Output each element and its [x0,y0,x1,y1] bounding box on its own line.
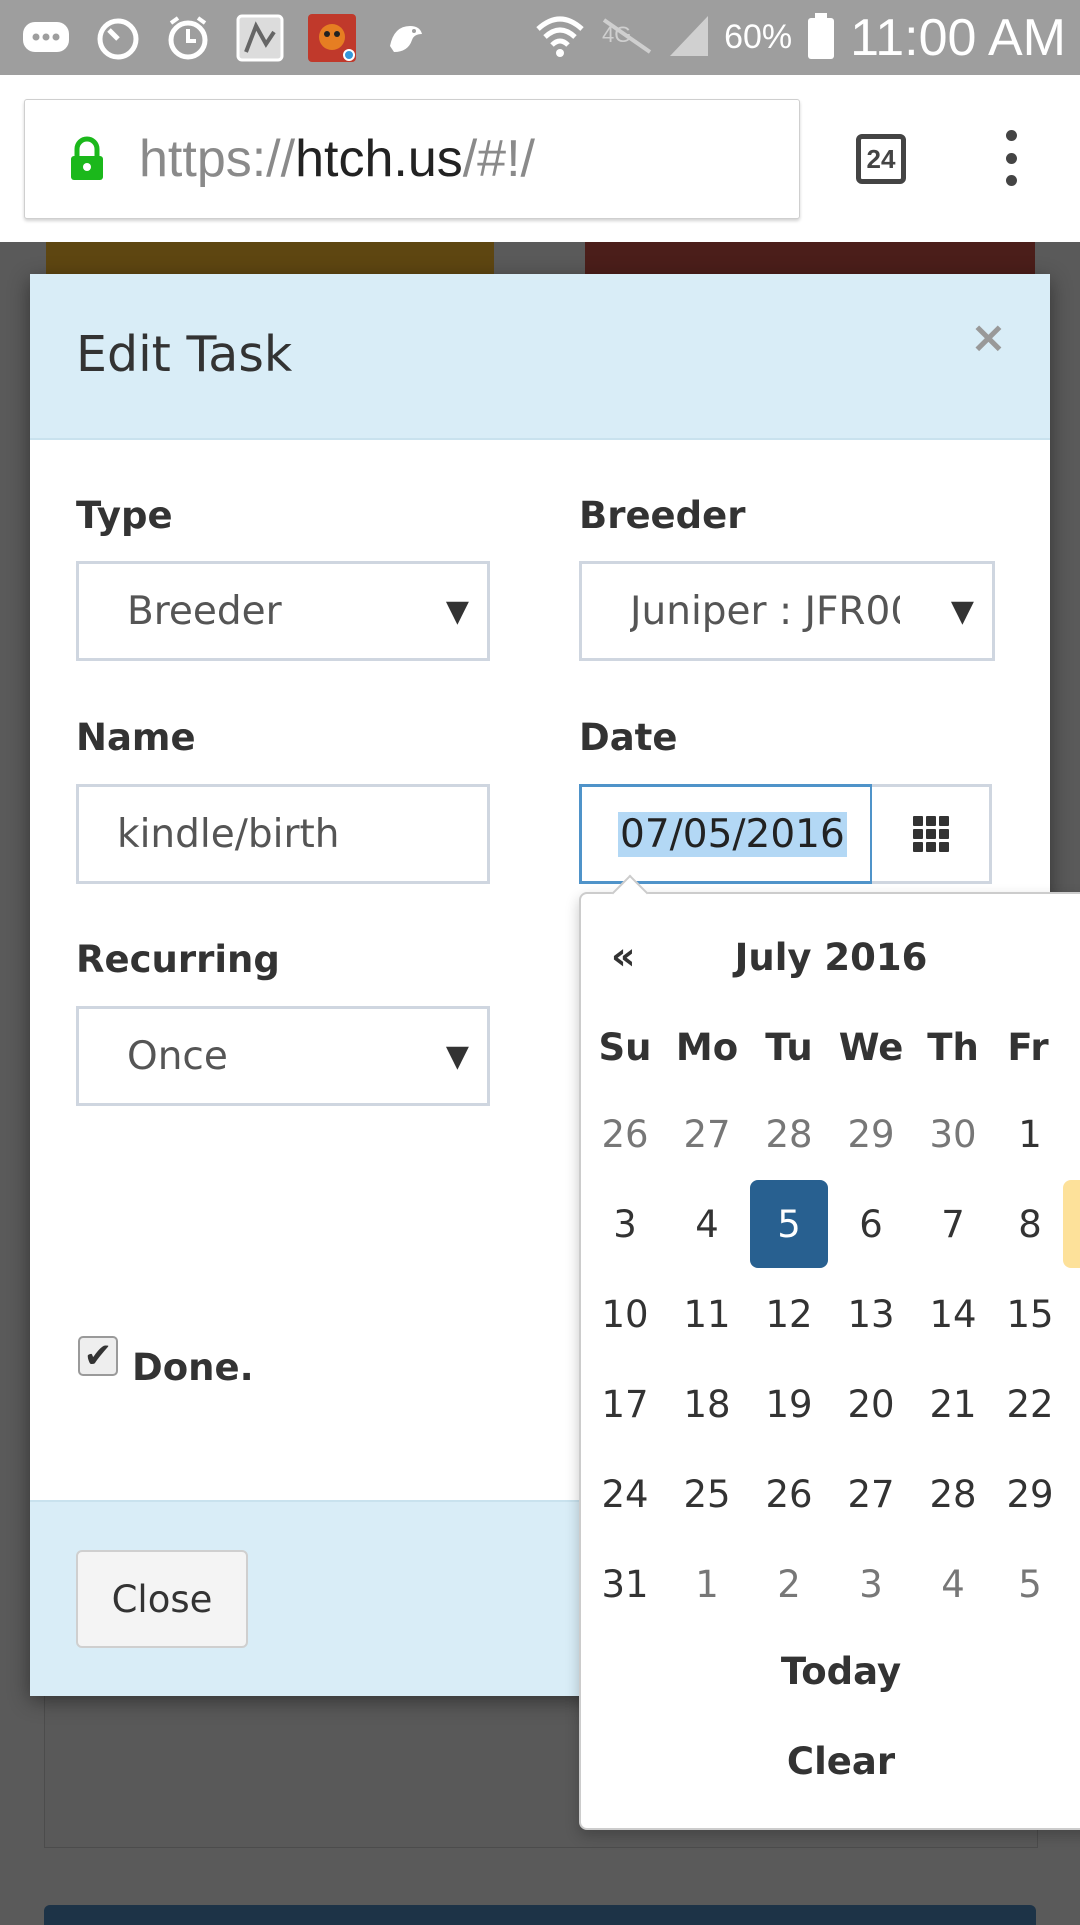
calendar-day[interactable]: 3 [586,1180,664,1268]
calendar-day[interactable]: 18 [668,1360,746,1448]
calendar-day[interactable]: 22 [991,1360,1069,1448]
calendar-day[interactable]: 31 [586,1540,664,1628]
calendar-day[interactable]: 1 [991,1090,1069,1178]
weekday-label: Su [598,1026,652,1069]
wifi-icon [534,13,586,63]
overflow-menu-icon[interactable] [988,130,1034,186]
name-label: Name [76,716,196,759]
modal-header: Edit Task × [30,274,1050,440]
caret-down-icon: ▼ [445,594,469,629]
breeder-value: Juniper : JFR00 [630,588,900,634]
status-bar: 4G 60% 11:00 AM [0,0,1080,75]
datepicker-dropdown: « July 2016 Su Mo Tu We Th Fr 26 27 28 29 30… [579,874,1080,1830]
calendar-day[interactable]: 28 [914,1450,992,1538]
calendar-day[interactable]: 28 [750,1090,828,1178]
url-scheme: https:// [139,130,296,188]
modal-close-icon[interactable]: × [970,316,1007,360]
data-off-icon: 4G [600,16,654,60]
done-checkbox[interactable]: ✔ [78,1336,118,1376]
lock-icon [67,136,107,182]
calendar-day[interactable]: 6 [832,1180,910,1268]
battery-icon [806,12,836,64]
calendar-day[interactable]: 29 [991,1450,1069,1538]
month-title[interactable]: July 2016 [641,936,1021,979]
calendar-day[interactable]: 10 [586,1270,664,1358]
calendar-day[interactable]: 8 [991,1180,1069,1268]
calendar-day[interactable]: 27 [668,1090,746,1178]
app-icon [234,12,286,64]
browser-toolbar: https://htch.us/#!/ 24 [0,75,1080,242]
url-path: /#!/ [462,130,535,188]
recurring-label: Recurring [76,938,280,981]
calendar-day[interactable]: 12 [750,1270,828,1358]
breeder-select[interactable]: Juniper : JFR00 ▼ [579,561,995,661]
calendar-day[interactable]: 15 [991,1270,1069,1358]
weekday-label: Th [927,1026,979,1069]
background-bar [44,1905,1036,1925]
type-select[interactable]: Breeder ▼ [76,561,490,661]
caret-down-icon: ▼ [445,1039,469,1074]
calendar-day[interactable]: 19 [750,1360,828,1448]
caret-down-icon: ▼ [950,594,974,629]
recurring-select[interactable]: Once ▼ [76,1006,490,1106]
url-host: htch.us [295,130,463,188]
name-value: kindle/birth [117,811,340,857]
clear-button[interactable]: Clear [581,1740,1080,1783]
prev-month-button[interactable]: « [611,934,636,978]
tab-switcher-button[interactable]: 24 [856,134,906,184]
calendar-day[interactable]: 3 [832,1540,910,1628]
calendar-day[interactable]: 7 [914,1180,992,1268]
calendar-day[interactable]: 17 [586,1360,664,1448]
date-value: 07/05/2016 [618,811,847,857]
address-bar[interactable]: https://htch.us/#!/ [24,99,800,219]
calendar-day[interactable]: 5 [750,1180,828,1268]
signal-icon [668,14,710,62]
calendar-day[interactable]: 2 [750,1540,828,1628]
calendar-day[interactable]: 4 [914,1540,992,1628]
calendar-day[interactable]: 13 [832,1270,910,1358]
calendar-day[interactable]: 29 [832,1090,910,1178]
calendar-day[interactable]: 26 [586,1090,664,1178]
calendar-day[interactable]: 20 [832,1360,910,1448]
bird-icon [380,12,432,64]
alarm-icon [162,12,214,64]
weekday-label: Fr [1007,1026,1049,1069]
type-value: Breeder [127,588,282,634]
weekday-label: We [838,1026,904,1069]
calendar-day[interactable]: 25 [668,1450,746,1538]
date-label: Date [579,716,678,759]
calendar-day[interactable]: 21 [914,1360,992,1448]
name-input[interactable]: kindle/birth [76,784,490,884]
weekday-label: Tu [765,1026,813,1069]
done-label: Done. [132,1346,254,1389]
message-icon [20,12,72,64]
url-text: https://htch.us/#!/ [139,129,535,189]
calendar-day[interactable]: 5 [991,1540,1069,1628]
calendar-day[interactable]: 1 [668,1540,746,1628]
battery-percent: 60% [724,18,793,56]
calendar-day[interactable]: 4 [668,1180,746,1268]
game-icon [306,12,358,64]
clock-time: 11:00 AM [850,8,1066,67]
checkmark-icon: ✔ [83,1336,113,1376]
close-button[interactable]: Close [76,1550,248,1648]
type-label: Type [76,494,173,537]
calendar-grid-icon [912,816,949,852]
breeder-label: Breeder [579,494,746,537]
tab-count: 24 [866,143,896,174]
calendar-day[interactable]: 11 [668,1270,746,1358]
calendar-day[interactable]: 14 [914,1270,992,1358]
date-input[interactable]: 07/05/2016 [579,784,873,884]
today-button[interactable]: Today [581,1650,1080,1693]
modal-title: Edit Task [76,326,293,383]
calendar-day[interactable]: 30 [914,1090,992,1178]
timer-icon [92,12,144,64]
calendar-button[interactable] [872,784,992,884]
weekday-label: Mo [675,1026,739,1069]
calendar-day[interactable]: 27 [832,1450,910,1538]
calendar-day[interactable]: 24 [586,1450,664,1538]
recurring-value: Once [127,1033,228,1079]
calendar-day[interactable]: 26 [750,1450,828,1538]
